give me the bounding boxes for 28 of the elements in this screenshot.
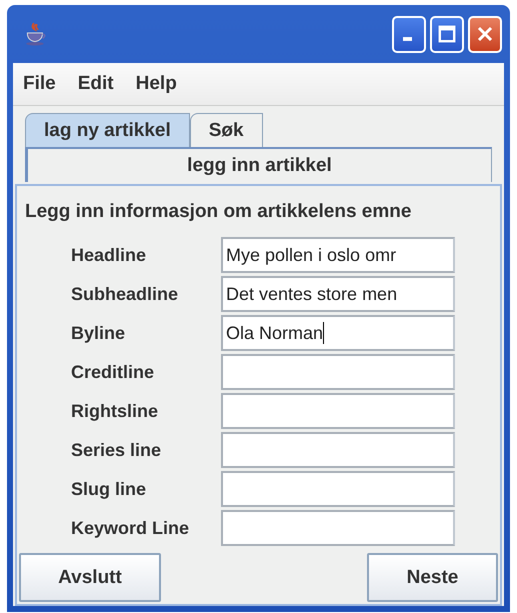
menu-item[interactable]: Edit [78,73,114,95]
dialog-button[interactable]: Avslutt [19,553,161,602]
field-label: Slug line [71,478,148,500]
input-field[interactable] [221,471,455,507]
maximize-button[interactable] [430,16,464,52]
input-field[interactable] [221,432,455,468]
form-heading: Legg inn informasjon om artikkelens emne [24,200,412,224]
field-label: Rightsline [71,400,160,422]
menu-item[interactable]: File [23,73,56,95]
input-field[interactable] [221,510,455,546]
input-field[interactable] [221,354,455,390]
field-label: Subheadline [71,284,180,304]
field-label: Creditline [71,362,156,382]
field-label: Headline [71,244,148,266]
input-field[interactable]: Mye pollen i oslo omr [221,237,455,273]
menu-item[interactable]: Help [136,73,177,95]
tab[interactable]: Søk [190,113,263,147]
minimize-button[interactable] [392,16,426,52]
input-field[interactable] [221,393,455,429]
input-field[interactable]: Ola Norman [221,315,455,351]
field-label: Series line [71,440,162,460]
field-label: Keyword Line [71,518,190,538]
input-field[interactable]: Det ventes store men [221,276,455,312]
dialog-button[interactable]: Neste [367,553,498,602]
minimize-icon [402,37,412,41]
field-label: Byline [71,322,126,344]
tab[interactable]: lag ny artikkel [25,113,190,147]
close-button[interactable] [468,16,502,52]
